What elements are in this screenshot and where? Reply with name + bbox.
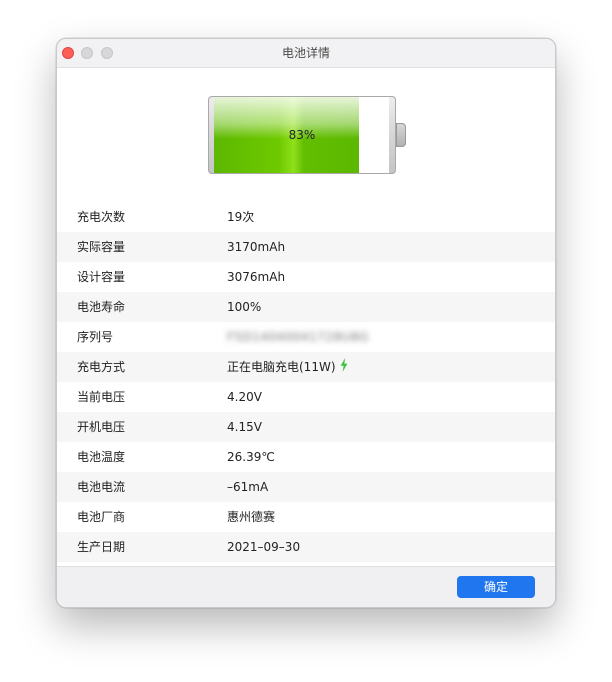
lightning-bolt-icon xyxy=(340,353,348,383)
info-row-boot-voltage: 开机电压 4.15V xyxy=(57,412,555,442)
title-bar: 电池详情 xyxy=(57,39,555,68)
info-value: 4.15V xyxy=(227,420,262,434)
battery-details-window: 电池详情 83% 充电次数 19次 实际容量 3170mAh 设计容量 3076… xyxy=(56,38,556,608)
info-label: 电池厂商 xyxy=(77,510,126,524)
info-value: 4.20V xyxy=(227,390,262,404)
info-row-temperature: 电池温度 26.39℃ xyxy=(57,442,555,472)
info-label: 开机电压 xyxy=(77,420,126,434)
info-value: 3170mAh xyxy=(227,240,286,254)
info-label: 序列号 xyxy=(77,330,114,344)
info-label: 电池温度 xyxy=(77,450,126,464)
desktop-background: 电池详情 83% 充电次数 19次 实际容量 3170mAh 设计容量 3076… xyxy=(0,0,612,682)
ok-button[interactable]: 确定 xyxy=(457,576,535,598)
info-label: 充电次数 xyxy=(77,210,126,224)
info-row-charging-method: 充电方式 正在电脑充电(11W) xyxy=(57,352,555,382)
info-value: 19次 xyxy=(227,210,255,224)
info-row-battery-health: 电池寿命 100% xyxy=(57,292,555,322)
serial-number-value: F5D14040041728U8G xyxy=(227,330,369,344)
info-label: 设计容量 xyxy=(77,270,126,284)
info-row-current-voltage: 当前电压 4.20V xyxy=(57,382,555,412)
info-row-manufacture-date: 生产日期 2021–09–30 xyxy=(57,532,555,562)
info-label: 实际容量 xyxy=(77,240,126,254)
info-value: 正在电脑充电(11W) xyxy=(227,360,336,374)
dialog-footer: 确定 xyxy=(57,566,555,607)
info-row-cycle-count: 充电次数 19次 xyxy=(57,202,555,232)
info-label: 生产日期 xyxy=(77,540,126,554)
info-label: 充电方式 xyxy=(77,360,126,374)
info-value: 惠州德赛 xyxy=(227,510,276,524)
info-row-serial-number: 序列号 F5D14040041728U8G xyxy=(57,322,555,352)
info-row-manufacturer: 电池厂商 惠州德赛 xyxy=(57,502,555,532)
info-value: –61mA xyxy=(227,480,269,494)
info-value: 100% xyxy=(227,300,262,314)
info-value: 26.39℃ xyxy=(227,450,275,464)
battery-level-text: 83% xyxy=(288,128,316,142)
window-title: 电池详情 xyxy=(281,46,330,60)
info-value: 3076mAh xyxy=(227,270,286,284)
info-row-current: 电池电流 –61mA xyxy=(57,472,555,502)
info-row-actual-capacity: 实际容量 3170mAh xyxy=(57,232,555,262)
info-label: 电池电流 xyxy=(77,480,126,494)
battery-terminal xyxy=(396,123,406,147)
info-value-wrapper: 正在电脑充电(11W) xyxy=(227,352,348,383)
info-label: 电池寿命 xyxy=(77,300,126,314)
info-row-design-capacity: 设计容量 3076mAh xyxy=(57,262,555,292)
battery-info-table: 充电次数 19次 实际容量 3170mAh 设计容量 3076mAh 电池寿命 … xyxy=(57,202,555,562)
info-label: 当前电压 xyxy=(77,390,126,404)
info-value: 2021–09–30 xyxy=(227,540,301,554)
